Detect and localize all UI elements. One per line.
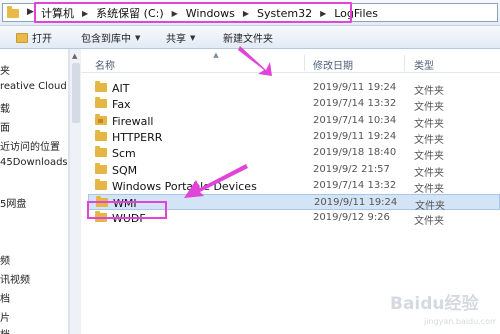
- file-name: HTTPERR: [112, 130, 163, 144]
- folder-icon: [95, 129, 107, 141]
- open-icon: [16, 32, 28, 43]
- navigation-scrollbar[interactable]: ▲: [69, 49, 81, 334]
- locked-folder-icon: [95, 113, 107, 125]
- scrollbar-thumb[interactable]: [72, 63, 80, 123]
- file-name: Scm: [112, 147, 136, 161]
- annotation-arrow-new-folder: [238, 46, 272, 76]
- file-type: 文件夹: [414, 216, 444, 228]
- address-bar: ▶ 计算机 ▶ 系统保留 (C:) ▶ Windows ▶ System32 ▶…: [0, 0, 500, 26]
- share-label: 共享: [166, 34, 186, 45]
- nav-item[interactable]: 夹: [0, 62, 10, 77]
- file-type: 文件夹: [414, 134, 444, 146]
- nav-item[interactable]: 档: [0, 290, 10, 305]
- file-modified-date: 2019/9/2 21:57: [313, 163, 390, 175]
- nav-item[interactable]: 片: [0, 309, 10, 324]
- annotation-arrow-wmi: [184, 164, 248, 198]
- column-header-type[interactable]: 类型: [414, 57, 434, 72]
- file-row[interactable]: HTTPERR 2019/9/11 19:24 文件夹: [88, 129, 500, 146]
- nav-item[interactable]: 档: [0, 326, 10, 334]
- nav-item[interactable]: 近访问的位置: [0, 138, 60, 153]
- file-modified-date: 2019/9/11 19:24: [313, 130, 397, 142]
- file-row[interactable]: Windows Portable Devices 2019/7/14 13:32 文…: [88, 178, 500, 195]
- chevron-right-icon[interactable]: ▶: [27, 7, 34, 17]
- folder-icon: [95, 146, 107, 158]
- file-modified-date: 2019/7/14 10:34: [313, 114, 397, 126]
- folder-icon: [95, 162, 107, 174]
- folder-icon: [95, 97, 107, 109]
- nav-item[interactable]: 载: [0, 100, 10, 115]
- file-type: 文件夹: [414, 102, 444, 114]
- file-modified-date: 2019/7/14 13:32: [313, 179, 397, 191]
- file-modified-date: 2019/9/11 19:24: [314, 197, 398, 209]
- open-label: 打开: [32, 34, 52, 45]
- column-separator[interactable]: [304, 55, 305, 71]
- nav-item[interactable]: 45Downloads: [0, 157, 68, 171]
- file-modified-date: 2019/9/12 9:26: [313, 212, 390, 224]
- file-name: Fax: [112, 98, 131, 112]
- file-row[interactable]: AIT 2019/9/11 19:24 文件夹: [88, 80, 500, 97]
- include-in-library-label: 包含到库中: [81, 34, 131, 45]
- svg-text:jingyan.baidu.com: jingyan.baidu.com: [423, 317, 496, 326]
- baidu-jingyan-watermark: Baidu经验 jingyan.baidu.com: [390, 293, 496, 326]
- file-type: 文件夹: [414, 183, 444, 195]
- dropdown-caret-icon: ▼: [135, 33, 141, 42]
- include-in-library-button[interactable]: 包含到库中 ▼: [81, 30, 141, 46]
- file-modified-date: 2019/7/14 13:32: [313, 98, 397, 110]
- nav-item[interactable]: 讯视频: [0, 271, 30, 286]
- file-row[interactable]: SQM 2019/9/2 21:57 文件夹: [88, 162, 500, 179]
- navigation-pane: 夹 reative Cloud 载 面 近访问的位置 45Downloads 5…: [0, 49, 69, 334]
- nav-item[interactable]: 5网盘: [0, 195, 26, 210]
- file-name: AIT: [112, 82, 130, 95]
- column-header-row: 名称 ▲ 修改日期 类型: [81, 51, 500, 73]
- nav-item[interactable]: 面: [0, 119, 10, 134]
- file-type: 文件夹: [414, 118, 444, 130]
- folder-icon: [7, 6, 19, 18]
- file-name: SQM: [112, 163, 138, 177]
- column-header-name[interactable]: 名称: [95, 57, 115, 72]
- nav-item[interactable]: 频: [0, 252, 10, 267]
- watermark-text: Baidu经验: [390, 293, 480, 314]
- file-name: Firewall: [112, 114, 154, 128]
- file-row[interactable]: Firewall 2019/7/14 10:34 文件夹: [88, 113, 500, 130]
- file-type: 文件夹: [414, 86, 444, 97]
- column-header-date[interactable]: 修改日期: [313, 57, 353, 72]
- share-button[interactable]: 共享 ▼: [166, 30, 196, 46]
- wmi-highlight-box: [87, 201, 167, 219]
- folder-icon: [95, 81, 107, 92]
- address-highlight-box: [34, 2, 352, 23]
- file-modified-date: 2019/9/11 19:24: [313, 82, 397, 93]
- file-type: 文件夹: [414, 151, 444, 163]
- file-modified-date: 2019/9/18 18:40: [313, 147, 397, 159]
- file-type: 文件夹: [414, 167, 444, 179]
- open-button[interactable]: 打开: [16, 30, 52, 45]
- file-row[interactable]: Scm 2019/9/18 18:40 文件夹: [88, 145, 500, 163]
- nav-item[interactable]: reative Cloud: [0, 81, 67, 95]
- file-row[interactable]: Fax 2019/7/14 13:32 文件夹: [88, 96, 500, 114]
- dropdown-caret-icon: ▼: [190, 33, 196, 42]
- column-separator[interactable]: [404, 55, 405, 71]
- scroll-up-icon[interactable]: ▲: [72, 52, 77, 60]
- folder-icon: [95, 178, 107, 190]
